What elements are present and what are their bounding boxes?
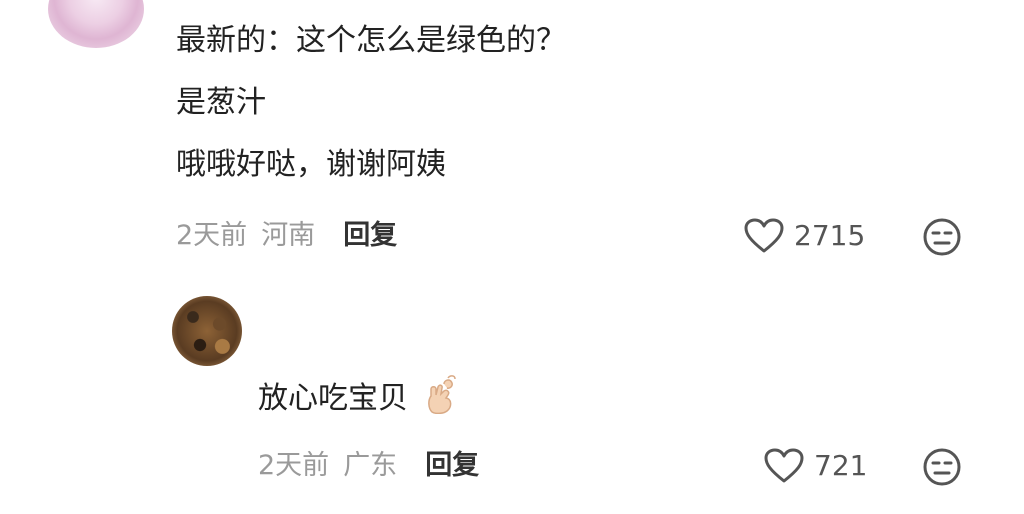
meh-face-icon[interactable] bbox=[922, 447, 962, 487]
reply-meta: 2天前 广东 回复 bbox=[258, 448, 479, 484]
reply-text-content: 放心吃宝贝 bbox=[258, 381, 408, 416]
reply-button[interactable]: 回复 bbox=[425, 448, 479, 484]
reply-time: 2天前 bbox=[258, 450, 330, 481]
like-button[interactable]: 721 bbox=[764, 448, 867, 484]
like-count: 721 bbox=[814, 449, 868, 482]
reply-text: 放心吃宝贝 bbox=[258, 374, 462, 419]
comment-location: 河南 bbox=[261, 220, 316, 251]
heart-icon bbox=[764, 448, 804, 483]
like-button[interactable]: 2715 bbox=[744, 218, 865, 254]
meh-face-icon[interactable] bbox=[922, 217, 962, 257]
finger-heart-emoji bbox=[427, 375, 456, 414]
comment-text-line: 哦哦好哒，谢谢阿姨 bbox=[176, 147, 446, 182]
heart-icon bbox=[744, 218, 784, 253]
comment-time: 2天前 bbox=[176, 220, 248, 251]
comment-meta: 2天前 河南 回复 bbox=[176, 218, 397, 254]
reply-avatar[interactable] bbox=[172, 296, 242, 366]
comment-text-line: 是葱汁 bbox=[176, 85, 266, 120]
avatar[interactable] bbox=[48, 0, 144, 48]
reply-button[interactable]: 回复 bbox=[343, 218, 397, 254]
like-count: 2715 bbox=[794, 219, 866, 252]
reply-location: 广东 bbox=[343, 450, 398, 481]
comment-text-line: 最新的：这个怎么是绿色的？ bbox=[176, 23, 566, 58]
comment-thread: 最新的：这个怎么是绿色的？ 是葱汁 哦哦好哒，谢谢阿姨 2天前 河南 回复 27… bbox=[0, 0, 1024, 514]
